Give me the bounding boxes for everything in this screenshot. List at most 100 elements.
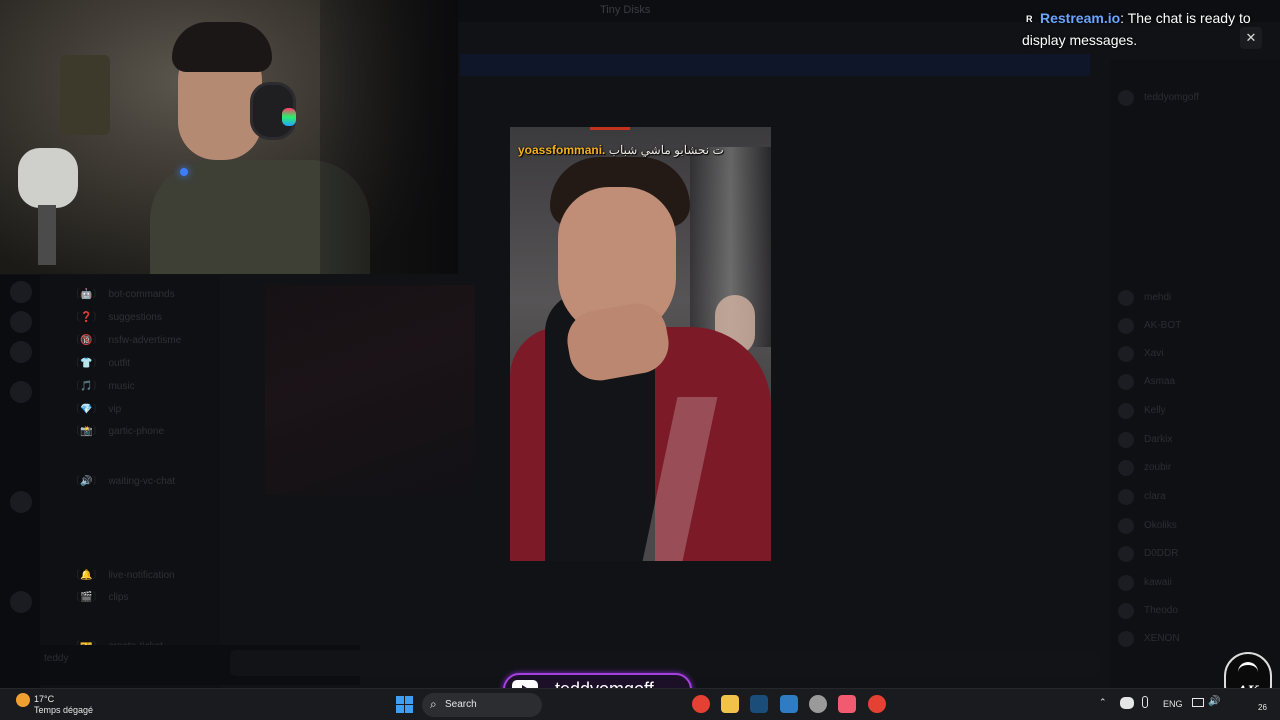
channel-prefix: 〔🤖〕 — [70, 289, 103, 300]
restream-brand: Restream.io — [1040, 10, 1121, 26]
avatar — [1118, 290, 1134, 306]
channel-prefix: 〔🎵〕 — [70, 381, 103, 392]
member-name: Okoliks — [1144, 520, 1177, 531]
member-item[interactable]: D0DDR — [1118, 546, 1268, 562]
avatar — [1118, 346, 1134, 362]
video-progress — [590, 127, 630, 130]
chrome-icon[interactable] — [692, 695, 710, 713]
weather-temperature[interactable]: 17°C — [34, 694, 54, 704]
channel-prefix: 〔📸〕 — [70, 426, 103, 437]
language-indicator[interactable]: ENG — [1163, 699, 1183, 709]
member-name: zoubir — [1144, 462, 1172, 473]
windows-logo-tile — [396, 705, 404, 713]
steam-icon[interactable] — [750, 695, 768, 713]
channel-item[interactable]: 〔🎬〕 clips — [70, 588, 128, 603]
channel-label: outfit — [108, 358, 131, 369]
clock[interactable]: 26 — [1258, 703, 1267, 712]
user-panel-name: teddy — [44, 653, 69, 664]
member-name: kawaii — [1144, 577, 1172, 588]
channel-item[interactable]: 〔🔔〕 live-notification — [70, 566, 175, 581]
discord-icon[interactable] — [1120, 697, 1134, 709]
video-caption-text: ت نحشابو ماشي شباب — [608, 143, 724, 157]
network-icon[interactable] — [1192, 698, 1204, 707]
windows-logo-tile — [405, 705, 413, 713]
streamer-hair — [172, 22, 272, 72]
member-item[interactable]: kawaii — [1118, 575, 1268, 591]
file-explorer-icon[interactable] — [721, 695, 739, 713]
avatar — [1118, 575, 1134, 591]
member-item[interactable]: mehdi — [1118, 290, 1268, 306]
webcam-shadow — [320, 0, 458, 274]
channel-prefix: 〔🎬〕 — [70, 592, 103, 603]
member-item[interactable]: Kelly — [1118, 403, 1268, 419]
microphone-stand — [38, 205, 56, 265]
channel-item[interactable]: 〔🎵〕 music — [70, 377, 135, 392]
channel-label: nsfw-advertisme — [108, 335, 182, 346]
server-icon[interactable] — [10, 381, 32, 403]
weather-icon[interactable] — [16, 693, 30, 707]
avatar — [1118, 518, 1134, 534]
channel-prefix: 〔👕〕 — [70, 358, 103, 369]
member-item[interactable]: Theodo — [1118, 603, 1268, 619]
taskbar: 17°C Temps dégagé ⌕ Search ⌃ ENG 🔊 26 — [0, 688, 1280, 720]
avatar — [1118, 318, 1134, 334]
channel-item[interactable]: 〔👕〕 outfit — [70, 354, 130, 369]
member-name: XENON — [1144, 633, 1180, 644]
member-item[interactable]: Okoliks — [1118, 518, 1268, 534]
channel-label: clips — [108, 592, 129, 603]
channel-label: suggestions — [108, 312, 162, 323]
member-item[interactable]: zoubir — [1118, 460, 1268, 476]
channel-item[interactable]: 〔📸〕 gartic-phone — [70, 422, 164, 437]
video-player[interactable]: yoassfommani. ت نحشابو ماشي شباب — [510, 127, 771, 561]
member-item[interactable]: clara — [1118, 489, 1268, 505]
avatar — [1118, 631, 1134, 647]
server-icon[interactable] — [10, 341, 32, 363]
microphone-icon[interactable] — [1142, 696, 1148, 708]
member-item[interactable]: XENON — [1118, 631, 1268, 647]
volume-icon[interactable]: 🔊 — [1208, 696, 1220, 707]
windows-logo-tile — [405, 696, 413, 704]
member-item[interactable]: Xavi — [1118, 346, 1268, 362]
music-icon[interactable] — [838, 695, 856, 713]
server-icon[interactable] — [10, 311, 32, 333]
member-item[interactable]: Darkix — [1118, 432, 1268, 448]
member-name: mehdi — [1144, 292, 1172, 303]
server-icon[interactable] — [10, 491, 32, 513]
avatar — [1118, 403, 1134, 419]
avatar — [1118, 460, 1134, 476]
video-caption: yoassfommani. ت نحشابو ماشي شباب — [518, 143, 771, 157]
chrome-icon-2[interactable] — [868, 695, 886, 713]
close-notification-button[interactable]: ✕ — [1240, 27, 1262, 49]
restream-notification: R Restream.io: The chat is ready to displ… — [1022, 8, 1268, 51]
server-list — [0, 275, 40, 688]
server-icon[interactable] — [10, 591, 32, 613]
windows-logo-tile — [396, 696, 404, 704]
weather-description[interactable]: Temps dégagé — [34, 705, 93, 715]
server-icon[interactable] — [10, 281, 32, 303]
member-item[interactable]: AK-BOT — [1118, 318, 1268, 334]
screen: Tiny Disks 〔🤖〕 bot-commands 〔❓〕 suggestion… — [0, 0, 1280, 720]
app-icon[interactable] — [780, 695, 798, 713]
member-name: clara — [1144, 491, 1166, 502]
search-input[interactable]: ⌕ Search — [422, 693, 542, 717]
avatar — [1118, 546, 1134, 562]
channel-item[interactable]: 〔🤖〕 bot-commands — [70, 285, 175, 300]
member-name: D0DDR — [1144, 548, 1179, 559]
member-name: teddyomgoff — [1144, 92, 1199, 103]
channel-prefix: 〔🔊〕 — [70, 476, 103, 487]
search-label: Search — [445, 699, 477, 710]
start-button[interactable] — [396, 696, 413, 713]
member-name: Theodo — [1144, 605, 1178, 616]
member-item[interactable]: teddyomgoff — [1118, 90, 1268, 106]
channel-item[interactable]: 〔🔊〕 waiting-vc-chat — [70, 472, 175, 487]
settings-icon[interactable] — [809, 695, 827, 713]
channel-item[interactable]: 〔🔞〕 nsfw-advertisme — [70, 331, 181, 346]
member-item[interactable]: Asmaa — [1118, 374, 1268, 390]
member-name: AK-BOT — [1144, 320, 1182, 331]
tray-overflow-icon[interactable]: ⌃ — [1099, 697, 1107, 708]
channel-item[interactable]: 〔💎〕 vip — [70, 400, 121, 415]
channel-prefix: 〔🔞〕 — [70, 335, 103, 346]
member-name: Kelly — [1144, 405, 1166, 416]
restream-logo-icon: R — [1026, 14, 1033, 24]
channel-item[interactable]: 〔❓〕 suggestions — [70, 308, 162, 323]
